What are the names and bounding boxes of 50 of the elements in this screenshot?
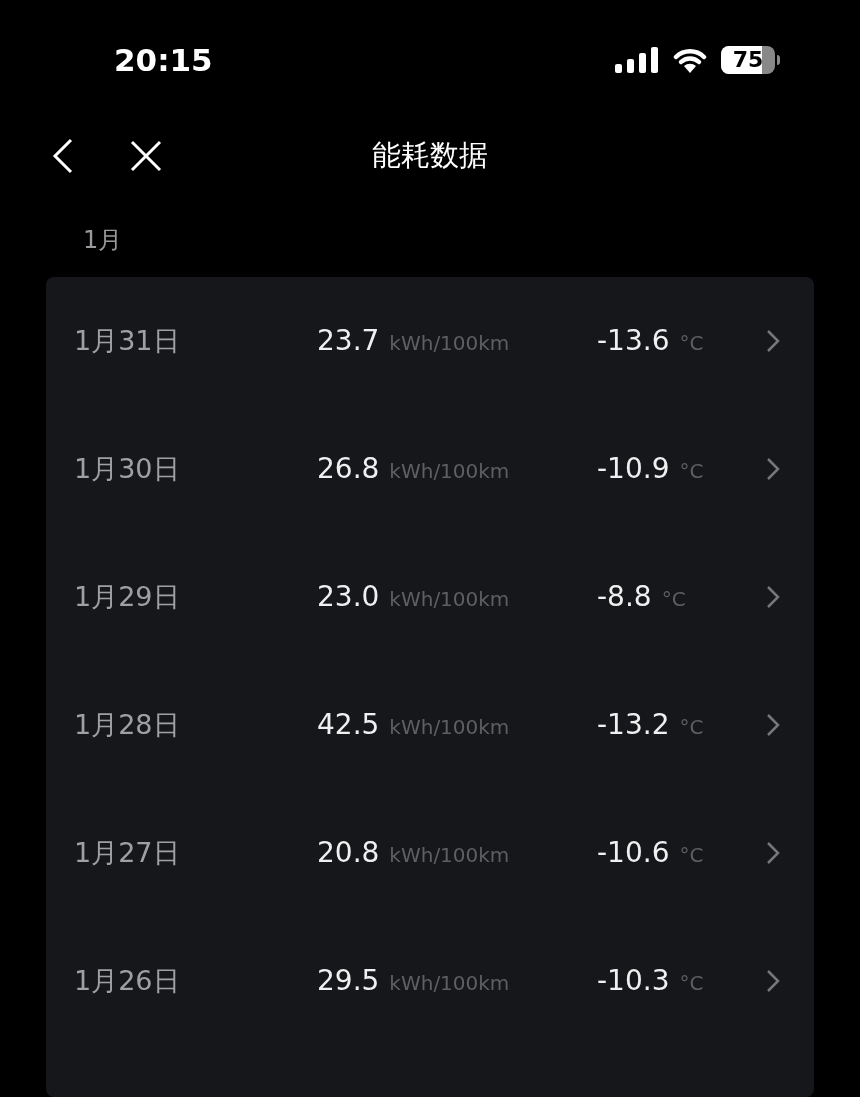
- consumption-unit: kWh/100km: [389, 330, 510, 357]
- temperature-value: -10.9: [597, 451, 670, 487]
- consumption-value: 23.7: [317, 323, 380, 359]
- temperature-value: -13.6: [597, 323, 670, 359]
- consumption-unit: kWh/100km: [389, 586, 510, 613]
- temperature-unit: °C: [679, 842, 704, 869]
- consumption-unit: kWh/100km: [389, 714, 510, 741]
- day-row[interactable]: 1月29日 23.0 kWh/100km -8.8 °C: [46, 533, 814, 661]
- temperature-unit: °C: [679, 330, 704, 357]
- day-row[interactable]: 1月31日 23.7 kWh/100km -13.6 °C: [46, 277, 814, 405]
- status-time: 20:15: [114, 40, 213, 80]
- wifi-icon: [673, 47, 707, 73]
- consumption-value: 20.8: [317, 835, 380, 871]
- chevron-right-icon: [766, 585, 780, 609]
- date-text: 1月28日: [74, 707, 181, 742]
- temperature-value: -8.8: [597, 579, 652, 615]
- temperature-value: -13.2: [597, 707, 670, 743]
- close-icon: [130, 139, 162, 172]
- temperature-unit: °C: [679, 714, 704, 741]
- temperature-unit: °C: [661, 586, 686, 613]
- back-icon: [52, 137, 74, 174]
- consumption-value: 29.5: [317, 963, 380, 999]
- chevron-right-icon: [766, 969, 780, 993]
- temperature-unit: °C: [679, 970, 704, 997]
- date-text: 1月27日: [74, 835, 181, 870]
- chevron-right-icon: [766, 457, 780, 481]
- chevron-right-icon: [766, 841, 780, 865]
- consumption-value: 23.0: [317, 579, 380, 615]
- day-row[interactable]: 1月26日 29.5 kWh/100km -10.3 °C: [46, 917, 814, 1045]
- date-text: 1月31日: [74, 323, 181, 358]
- chevron-right-icon: [766, 329, 780, 353]
- temperature-unit: °C: [679, 458, 704, 485]
- battery-percent: 75: [732, 49, 764, 71]
- date-text: 1月26日: [74, 963, 181, 998]
- day-row[interactable]: 1月27日 20.8 kWh/100km -10.6 °C: [46, 789, 814, 917]
- consumption-value: 26.8: [317, 451, 380, 487]
- consumption-value: 42.5: [317, 707, 380, 743]
- chevron-right-icon: [766, 713, 780, 737]
- signal-icon: [615, 47, 659, 73]
- day-row[interactable]: 1月30日 26.8 kWh/100km -10.9 °C: [46, 405, 814, 533]
- date-text: 1月29日: [74, 579, 181, 614]
- consumption-unit: kWh/100km: [389, 970, 510, 997]
- month-label: 1月: [83, 225, 123, 257]
- date-text: 1月30日: [74, 451, 181, 486]
- consumption-unit: kWh/100km: [389, 458, 510, 485]
- temperature-value: -10.6: [597, 835, 670, 871]
- temperature-value: -10.3: [597, 963, 670, 999]
- page-title: 能耗数据: [372, 137, 488, 175]
- consumption-unit: kWh/100km: [389, 842, 510, 869]
- day-row[interactable]: 1月28日 42.5 kWh/100km -13.2 °C: [46, 661, 814, 789]
